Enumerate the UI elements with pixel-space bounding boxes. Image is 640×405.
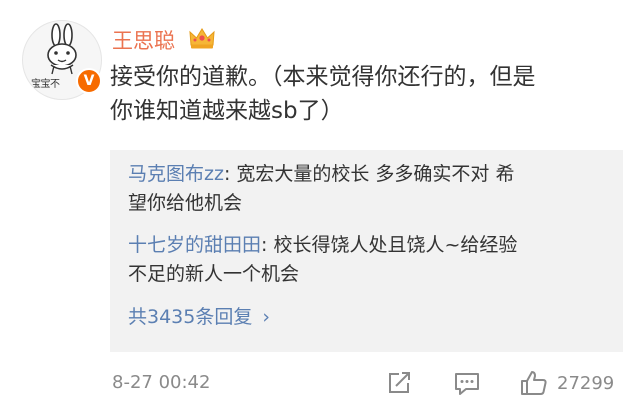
comment-line-1: 接受你的道歉。（本来觉得你还行的，但是 bbox=[110, 64, 536, 90]
reply-text-continued: 不足的新人一个机会 bbox=[128, 263, 300, 285]
like-icon bbox=[521, 371, 547, 395]
reply-item[interactable]: 马克图布zz: 宽宏大量的校长 多多确实不对 希 望你给他机会 bbox=[128, 160, 608, 218]
reply-author[interactable]: 十七岁的甜田田 bbox=[128, 234, 261, 256]
comment-text: 接受你的道歉。（本来觉得你还行的，但是 你谁知道越来越sb了） bbox=[110, 60, 622, 128]
like-count: 27299 bbox=[557, 372, 615, 394]
reply-text-continued: 望你给他机会 bbox=[128, 192, 243, 214]
comment-button[interactable] bbox=[452, 368, 482, 398]
reply-text: : 宽宏大量的校长 多多确实不对 希 bbox=[223, 163, 515, 185]
reply-text: : 校长得饶人处且饶人~给经验 bbox=[261, 234, 518, 256]
repost-button[interactable] bbox=[385, 368, 413, 398]
reply-author[interactable]: 马克图布zz bbox=[128, 163, 224, 185]
reply-count-label: 共3435条回复 bbox=[128, 306, 253, 328]
crown-icon bbox=[189, 28, 215, 49]
username[interactable]: 王思聪 bbox=[112, 27, 175, 55]
reply-preview-box[interactable]: 马克图布zz: 宽宏大量的校长 多多确实不对 希 望你给他机会 十七岁的甜田田:… bbox=[110, 150, 623, 352]
comment-icon bbox=[455, 373, 479, 395]
view-all-replies-link[interactable]: 共3435条回复 › bbox=[128, 303, 270, 332]
comment-line-2: 你谁知道越来越sb了） bbox=[110, 98, 344, 124]
like-button[interactable]: 27299 bbox=[519, 368, 614, 398]
repost-icon bbox=[389, 372, 410, 393]
timestamp: 8-27 00:42 bbox=[112, 372, 211, 393]
comment-card: 宝宝不 V 王思聪 接受你的道歉。（本来觉得你还行的，但是 你谁知道越来越sb了… bbox=[0, 0, 640, 405]
verified-icon: V bbox=[76, 68, 102, 94]
chevron-right-icon: › bbox=[262, 306, 270, 328]
avatar-caption: 宝宝不 bbox=[31, 79, 60, 90]
reply-item[interactable]: 十七岁的甜田田: 校长得饶人处且饶人~给经验 不足的新人一个机会 bbox=[128, 231, 608, 289]
